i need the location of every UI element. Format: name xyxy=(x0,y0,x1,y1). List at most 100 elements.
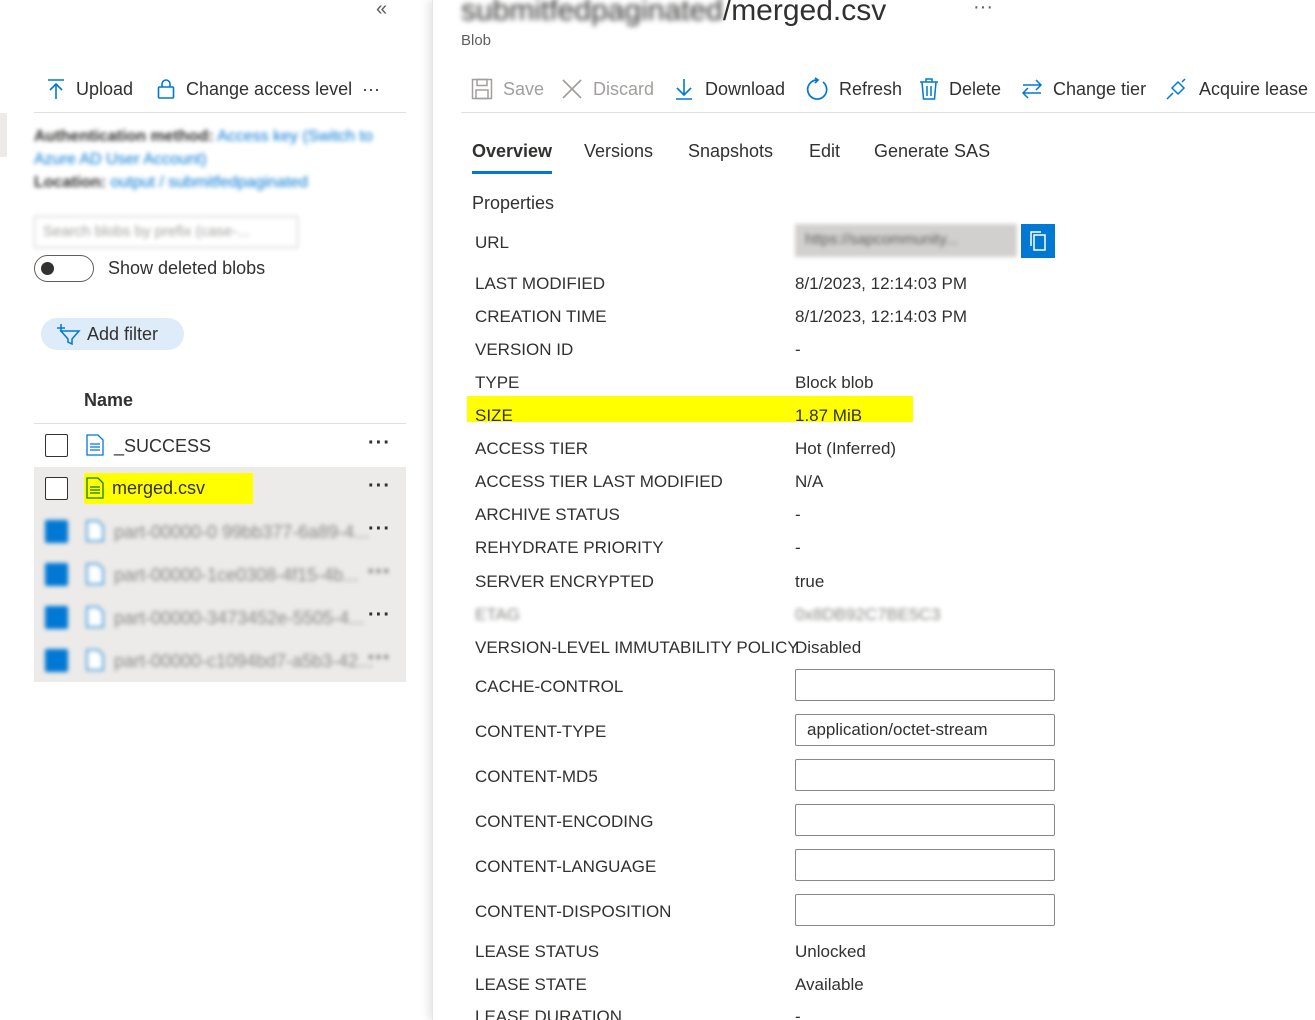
prop-label: CREATION TIME xyxy=(475,307,607,326)
side-edge-tab[interactable] xyxy=(0,113,7,157)
file-icon xyxy=(86,563,104,585)
row-checkbox[interactable] xyxy=(45,477,68,500)
more-icon: ··· xyxy=(362,78,380,99)
content-language-input[interactable] xyxy=(795,849,1055,881)
acquire-lease-button[interactable]: Acquire lease xyxy=(1165,74,1308,104)
row-checkbox[interactable] xyxy=(45,649,68,672)
toggle-knob xyxy=(41,262,54,275)
prop-value: true xyxy=(795,572,825,591)
command-bar-divider xyxy=(34,112,406,113)
file-name[interactable]: part-00000-0 99bb377-6a89-4... xyxy=(114,522,369,543)
list-item-merged-csv[interactable]: merged.csv ··· xyxy=(34,467,406,510)
command-bar-divider xyxy=(461,112,1315,113)
row-checkbox[interactable] xyxy=(45,606,68,629)
file-icon xyxy=(86,520,104,542)
auth-method-link[interactable]: Access key (Switch to xyxy=(217,128,373,145)
row-more-icon[interactable]: ··· xyxy=(368,518,391,541)
save-icon xyxy=(471,78,493,100)
change-access-level-button[interactable]: Change access level xyxy=(156,74,352,104)
show-deleted-label: Show deleted blobs xyxy=(108,258,266,278)
tab-snapshots[interactable]: Snapshots xyxy=(688,141,773,162)
prop-label: LEASE DURATION xyxy=(475,1007,623,1020)
prop-label: LEASE STATUS xyxy=(475,942,600,961)
prop-label: LAST MODIFIED xyxy=(475,274,606,293)
collapse-pane-icon[interactable]: « xyxy=(376,0,387,21)
row-more-icon[interactable]: ··· xyxy=(368,432,391,455)
change-tier-button[interactable]: Change tier xyxy=(1021,74,1146,104)
copy-icon xyxy=(1030,231,1046,251)
url-field[interactable]: https://sapcommunity... xyxy=(795,224,1017,257)
auth-method-link-2[interactable]: Azure AD User Account) xyxy=(34,151,207,168)
acquire-lease-label: Acquire lease xyxy=(1199,78,1309,99)
prop-value: Available xyxy=(795,975,864,994)
prop-value: - xyxy=(795,505,801,524)
row-checkbox[interactable] xyxy=(45,434,68,457)
prop-label: CONTENT-LANGUAGE xyxy=(475,857,657,876)
add-filter-icon xyxy=(57,324,81,345)
more-commands-button[interactable]: ··· xyxy=(362,74,380,104)
tab-versions[interactable]: Versions xyxy=(584,141,653,162)
upload-button[interactable]: Upload xyxy=(46,74,133,104)
file-name[interactable]: part-00000-1ce0308-4f15-4b... xyxy=(114,565,358,586)
prop-value-size: 1.87 MiB xyxy=(795,406,863,425)
prop-value: 8/1/2023, 12:14:03 PM xyxy=(795,307,968,326)
delete-label: Delete xyxy=(949,78,1002,99)
save-button[interactable]: Save xyxy=(471,74,544,104)
auth-method-line: Authentication method: Access key (Switc… xyxy=(34,128,373,146)
title-more-icon[interactable]: ··· xyxy=(973,0,993,19)
file-name[interactable]: part-00000-c1094bd7-a5b3-42... xyxy=(114,651,373,672)
row-more-icon[interactable]: ··· xyxy=(368,604,391,627)
discard-button[interactable]: Discard xyxy=(561,74,654,104)
cache-control-input[interactable] xyxy=(795,669,1055,701)
download-button[interactable]: Download xyxy=(673,74,785,104)
auth-method-line-2: Azure AD User Account) xyxy=(34,151,207,169)
properties-heading: Properties xyxy=(472,193,555,213)
tab-edit[interactable]: Edit xyxy=(809,141,840,162)
prop-value: Unlocked xyxy=(795,942,866,961)
prop-value: Disabled xyxy=(795,638,862,657)
content-encoding-input[interactable] xyxy=(795,804,1055,836)
list-item-part-0[interactable]: part-00000-0 99bb377-6a89-4... ··· xyxy=(34,510,406,553)
prop-label: TYPE xyxy=(475,373,520,392)
file-icon xyxy=(86,606,104,628)
row-checkbox[interactable] xyxy=(45,520,68,543)
tab-overview[interactable]: Overview xyxy=(472,141,552,162)
add-filter-button[interactable]: Add filter xyxy=(41,318,184,350)
prop-value-etag: 0x8DB92C7BE5C3 xyxy=(795,605,941,624)
row-more-icon[interactable]: ··· xyxy=(368,561,391,584)
tab-generate-sas[interactable]: Generate SAS xyxy=(874,141,990,162)
list-item-part-2[interactable]: part-00000-3473452e-5505-4... ··· xyxy=(34,596,406,639)
title-container-path: submitfedpaginated xyxy=(461,0,723,27)
location-link[interactable]: output / submitfedpaginated xyxy=(110,174,307,191)
active-tab-indicator xyxy=(472,171,552,174)
row-more-icon[interactable]: ··· xyxy=(368,647,391,670)
list-item-success[interactable]: _SUCCESS ··· xyxy=(34,424,406,467)
prop-label: VERSION-LEVEL IMMUTABILITY POLICY xyxy=(475,638,799,657)
row-more-icon[interactable]: ··· xyxy=(368,475,391,498)
list-item-part-3[interactable]: part-00000-c1094bd7-a5b3-42... ··· xyxy=(34,639,406,682)
prop-value: - xyxy=(795,340,801,359)
list-item-part-1[interactable]: part-00000-1ce0308-4f15-4b... ··· xyxy=(34,553,406,596)
refresh-icon xyxy=(806,77,828,100)
lock-icon xyxy=(157,79,175,99)
prop-value: Block blob xyxy=(795,373,874,392)
refresh-label: Refresh xyxy=(839,78,903,99)
copy-url-button[interactable] xyxy=(1021,224,1055,258)
content-md5-input[interactable] xyxy=(795,759,1055,791)
file-name[interactable]: part-00000-3473452e-5505-4... xyxy=(114,608,364,629)
column-header-name[interactable]: Name xyxy=(84,390,133,411)
prop-label: VERSION ID xyxy=(475,340,574,359)
refresh-button[interactable]: Refresh xyxy=(805,74,902,104)
file-name[interactable]: _SUCCESS xyxy=(114,436,211,457)
page-title: submitfedpaginated/merged.csv xyxy=(461,0,886,28)
file-name[interactable]: merged.csv xyxy=(84,473,254,504)
content-type-input[interactable]: application/octet-stream xyxy=(795,714,1055,746)
blob-search-input[interactable]: Search blobs by prefix (case-... xyxy=(34,216,298,248)
row-checkbox[interactable] xyxy=(45,563,68,586)
delete-button[interactable]: Delete xyxy=(919,74,1001,104)
prop-value: - xyxy=(795,1007,801,1020)
blob-detail-pane: submitfedpaginated/merged.csv ··· Blob S… xyxy=(432,0,1315,1020)
show-deleted-toggle[interactable] xyxy=(34,255,94,282)
content-disposition-input[interactable] xyxy=(795,894,1055,926)
prop-label: CONTENT-DISPOSITION xyxy=(475,902,672,921)
